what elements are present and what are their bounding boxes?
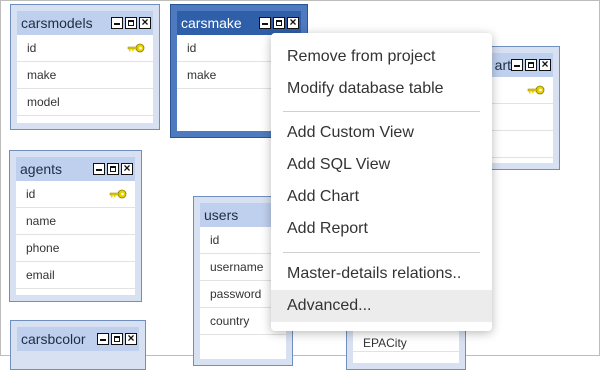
field-name: EPACity xyxy=(363,336,407,350)
minimize-icon[interactable] xyxy=(97,333,109,345)
minimize-icon[interactable] xyxy=(111,17,123,29)
table-header[interactable]: agents xyxy=(16,157,135,181)
close-icon[interactable] xyxy=(121,163,133,175)
field-name: id xyxy=(26,187,36,201)
field-list: id name phone email xyxy=(16,181,135,295)
field-row[interactable]: id xyxy=(16,181,135,208)
field-row[interactable]: make xyxy=(17,62,153,89)
table-title: carsmake xyxy=(181,15,242,31)
close-icon[interactable] xyxy=(287,17,299,29)
table-title: carsmodels xyxy=(21,15,93,31)
field-name: id xyxy=(210,233,220,247)
minimize-icon[interactable] xyxy=(93,163,105,175)
close-icon[interactable] xyxy=(539,59,551,71)
field-name: make xyxy=(27,68,57,82)
menu-item-add-chart[interactable]: Add Chart xyxy=(271,181,492,213)
table-agents[interactable]: agents id name phone email xyxy=(9,150,142,302)
field-name: phone xyxy=(26,241,60,255)
table-carsbcolor[interactable]: carsbcolor xyxy=(10,320,146,370)
field-row[interactable]: name xyxy=(16,208,135,235)
table-header[interactable]: carsbcolor xyxy=(17,327,139,351)
field-name: model xyxy=(27,95,60,109)
primary-key-icon xyxy=(109,189,127,199)
minimize-icon[interactable] xyxy=(511,59,523,71)
close-icon[interactable] xyxy=(139,17,151,29)
maximize-icon[interactable] xyxy=(111,333,123,345)
minimize-icon[interactable] xyxy=(259,17,271,29)
primary-key-icon xyxy=(527,85,545,95)
field-row[interactable]: model xyxy=(17,89,153,116)
maximize-icon[interactable] xyxy=(273,17,285,29)
field-row[interactable]: email xyxy=(16,262,135,289)
table-header[interactable]: carsmake xyxy=(177,11,301,35)
context-menu: Remove from project Modify database tabl… xyxy=(271,33,492,331)
menu-item-master-details-relations[interactable]: Master-details relations.. xyxy=(271,258,492,290)
field-list: id make model xyxy=(17,35,153,123)
table-title: agents xyxy=(20,161,63,177)
field-name: name xyxy=(26,214,57,228)
table-title: carsbcolor xyxy=(21,331,86,347)
field-name: email xyxy=(26,268,55,282)
maximize-icon[interactable] xyxy=(525,59,537,71)
menu-separator xyxy=(283,111,480,112)
menu-item-add-sql-view[interactable]: Add SQL View xyxy=(271,149,492,181)
field-name: id xyxy=(27,41,37,55)
field-name: username xyxy=(210,260,264,274)
menu-item-remove-from-project[interactable]: Remove from project xyxy=(271,41,492,73)
field-name: id xyxy=(187,41,197,55)
menu-item-add-report[interactable]: Add Report xyxy=(271,213,492,245)
primary-key-icon xyxy=(127,43,145,53)
table-carsmodels[interactable]: carsmodels id make model xyxy=(10,4,160,130)
maximize-icon[interactable] xyxy=(125,17,137,29)
field-name: country xyxy=(210,314,250,328)
close-icon[interactable] xyxy=(125,333,137,345)
field-name: make xyxy=(187,68,217,82)
menu-item-advanced[interactable]: Advanced... xyxy=(271,290,492,322)
table-header[interactable]: carsmodels xyxy=(17,11,153,35)
field-name: password xyxy=(210,287,262,301)
field-row[interactable]: phone xyxy=(16,235,135,262)
maximize-icon[interactable] xyxy=(107,163,119,175)
menu-item-modify-database-table[interactable]: Modify database table xyxy=(271,73,492,105)
menu-separator xyxy=(283,252,480,253)
field-row[interactable]: id xyxy=(17,35,153,62)
menu-item-add-custom-view[interactable]: Add Custom View xyxy=(271,117,492,149)
table-title: users xyxy=(204,207,239,223)
